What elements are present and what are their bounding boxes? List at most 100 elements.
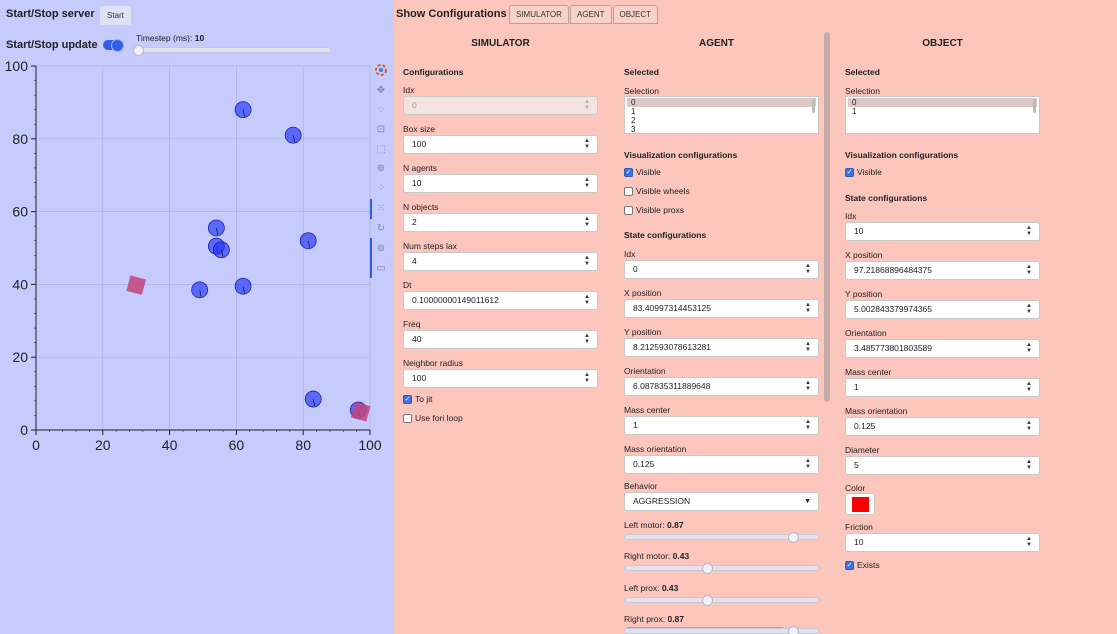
to-jit-checkbox-label: To jit xyxy=(415,394,433,404)
stepper-arrows-icon[interactable]: ▲ ▼ xyxy=(805,458,811,470)
simulator-field-input[interactable]: 10 ▲ ▼ xyxy=(403,174,598,193)
stepper-arrows-icon[interactable]: ▲ ▼ xyxy=(805,341,811,353)
list-item[interactable]: 2 xyxy=(631,116,812,125)
start-button[interactable]: Start xyxy=(99,5,132,26)
stepper-arrows-icon[interactable]: ▲ ▼ xyxy=(584,177,590,189)
stepper-arrows-icon[interactable]: ▲ ▼ xyxy=(584,294,590,306)
agent-field-input[interactable]: 0 ▲ ▼ xyxy=(624,260,819,279)
checkbox-box[interactable] xyxy=(624,205,633,215)
motor-slider[interactable] xyxy=(624,596,819,603)
motor-slider-thumb[interactable] xyxy=(787,532,799,543)
lasso-icon[interactable]: ◌ xyxy=(374,103,388,117)
stepper-arrows-icon[interactable]: ▲ ▼ xyxy=(584,333,590,345)
motor-slider[interactable] xyxy=(624,565,819,572)
object-field-input[interactable]: 5.002843379974365 ▲ ▼ xyxy=(845,300,1040,319)
use-fori-loop-checkbox[interactable]: Use fori loop xyxy=(403,413,463,423)
to-jit-checkbox[interactable]: ✓ To jit xyxy=(403,394,432,404)
motor-slider-thumb[interactable] xyxy=(701,594,713,606)
simulator-title: SIMULATOR xyxy=(471,38,530,49)
simulator-field-input[interactable]: 0.10000000149011612 ▲ ▼ xyxy=(403,291,598,310)
stepper-arrows-icon[interactable]: ▲ ▼ xyxy=(805,263,811,275)
tab-agent[interactable]: AGENT xyxy=(569,5,612,24)
vertical-scrollbar[interactable] xyxy=(824,32,830,402)
point-draw-icon[interactable]: ⁙ xyxy=(374,202,388,216)
hover-icon[interactable]: ⊛ xyxy=(374,242,388,256)
simulator-field-input[interactable]: 2 ▲ ▼ xyxy=(403,213,598,232)
object-field-value: 97.21868896484375 xyxy=(854,265,932,275)
checkbox-box[interactable] xyxy=(624,186,633,196)
simulator-field-input[interactable]: 100 ▲ ▼ xyxy=(403,135,598,154)
stepper-arrows-icon[interactable]: ▲ ▼ xyxy=(1026,536,1032,548)
agent-marker[interactable] xyxy=(191,281,209,299)
object-field-input[interactable]: 0.125 ▲ ▼ xyxy=(845,417,1040,436)
visible-proxs-checkbox[interactable]: Visible proxs xyxy=(624,205,684,215)
list-item[interactable]: 1 xyxy=(852,107,1033,116)
wheel-zoom-icon[interactable]: ⊕ xyxy=(374,162,388,176)
friction-input[interactable]: 10 ▲ ▼ xyxy=(845,533,1040,552)
visible-checkbox[interactable]: ✓ Visible xyxy=(624,167,661,177)
update-toggle[interactable] xyxy=(103,39,124,52)
list-scrollbar[interactable] xyxy=(812,99,815,113)
object-selection-list[interactable]: 01 xyxy=(845,96,1040,134)
stepper-arrows-icon[interactable]: ▲ ▼ xyxy=(1026,225,1032,237)
stepper-arrows-icon[interactable]: ▲ ▼ xyxy=(805,380,811,392)
agent-field-input[interactable]: 6.087835311889648 ▲ ▼ xyxy=(624,377,819,396)
box-zoom-icon[interactable]: ⊡ xyxy=(374,123,388,137)
stepper-arrows-icon[interactable]: ▲ ▼ xyxy=(805,419,811,431)
behavior-select[interactable]: AGGRESSION ▼ xyxy=(624,492,819,511)
stepper-arrows-icon[interactable]: ▲ ▼ xyxy=(1026,459,1032,471)
object-field-input[interactable]: 97.21868896484375 ▲ ▼ xyxy=(845,261,1040,280)
checkbox-box[interactable]: ✓ xyxy=(403,394,412,404)
stepper-arrows-icon[interactable]: ▲ ▼ xyxy=(1026,342,1032,354)
behavior-value: AGGRESSION xyxy=(633,496,691,506)
exists-checkbox[interactable]: ✓ Exists xyxy=(845,560,880,570)
list-item[interactable]: 1 xyxy=(631,107,812,116)
list-item[interactable]: 0 xyxy=(627,98,816,107)
stepper-arrows-icon[interactable]: ▲ ▼ xyxy=(1026,420,1032,432)
simulator-field-input[interactable]: 100 ▲ ▼ xyxy=(403,369,598,388)
object-marker[interactable] xyxy=(126,275,146,295)
help-icon[interactable]: ▭ xyxy=(374,262,388,276)
checkbox-box[interactable] xyxy=(403,413,412,423)
agent-field-input[interactable]: 8.212593078613281 ▲ ▼ xyxy=(624,338,819,357)
list-scrollbar[interactable] xyxy=(1033,99,1036,113)
agent-field-input[interactable]: 83.40997314453125 ▲ ▼ xyxy=(624,299,819,318)
stepper-arrows-icon[interactable]: ▲ ▼ xyxy=(584,372,590,384)
checkbox-box[interactable]: ✓ xyxy=(845,560,854,570)
reset-icon[interactable]: ↻ xyxy=(374,222,388,236)
simulation-plot[interactable]: 0 20 40 60 80 100 0 20 40 60 80 100 xyxy=(0,55,394,455)
visible-wheels-checkbox[interactable]: Visible wheels xyxy=(624,186,690,196)
list-item[interactable]: 0 xyxy=(848,98,1037,107)
object-field-input[interactable]: 1 ▲ ▼ xyxy=(845,378,1040,397)
object-field-input[interactable]: 3.485773801803589 ▲ ▼ xyxy=(845,339,1040,358)
color-picker[interactable] xyxy=(845,493,875,515)
tab-simulator[interactable]: SIMULATOR xyxy=(509,5,569,24)
checkbox-box[interactable]: ✓ xyxy=(845,167,854,177)
object-visible-checkbox[interactable]: ✓ Visible xyxy=(845,167,882,177)
box-select-icon[interactable]: ⬚ xyxy=(374,143,388,157)
object-field-input[interactable]: 10 ▲ ▼ xyxy=(845,222,1040,241)
tab-object[interactable]: OBJECT xyxy=(612,5,659,24)
tap-icon[interactable]: ⁘ xyxy=(374,182,388,196)
stepper-arrows-icon[interactable]: ▲ ▼ xyxy=(1026,264,1032,276)
object-title: OBJECT xyxy=(922,38,963,49)
stepper-arrows-icon[interactable]: ▲ ▼ xyxy=(584,138,590,150)
stepper-arrows-icon[interactable]: ▲ ▼ xyxy=(584,255,590,267)
stepper-arrows-icon[interactable]: ▲ ▼ xyxy=(1026,381,1032,393)
pan-icon[interactable]: ✥ xyxy=(374,84,388,98)
checkbox-box[interactable]: ✓ xyxy=(624,167,633,177)
simulator-field-input[interactable]: 40 ▲ ▼ xyxy=(403,330,598,349)
stepper-arrows-icon[interactable]: ▲ ▼ xyxy=(584,216,590,228)
stepper-arrows-icon[interactable]: ▲ ▼ xyxy=(1026,303,1032,315)
list-item[interactable]: 3 xyxy=(631,125,812,133)
simulator-field-input[interactable]: 4 ▲ ▼ xyxy=(403,252,598,271)
stepper-arrows-icon[interactable]: ▲ ▼ xyxy=(805,302,811,314)
agent-field-input[interactable]: 1 ▲ ▼ xyxy=(624,416,819,435)
agent-field-input[interactable]: 0.125 ▲ ▼ xyxy=(624,455,819,474)
motor-slider-thumb[interactable] xyxy=(701,563,713,575)
bokeh-logo-icon[interactable] xyxy=(374,64,388,78)
object-field-input[interactable]: 5 ▲ ▼ xyxy=(845,456,1040,475)
agent-selection-list[interactable]: 0123 xyxy=(624,96,819,134)
motor-slider-thumb[interactable] xyxy=(787,625,799,634)
timestep-slider[interactable] xyxy=(135,47,331,53)
